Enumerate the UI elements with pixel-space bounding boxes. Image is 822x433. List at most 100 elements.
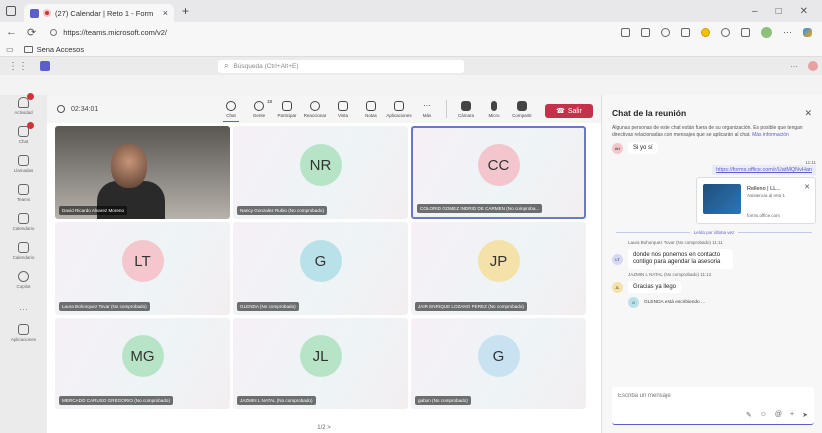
extension-icon[interactable] xyxy=(701,27,710,37)
card-close-icon[interactable]: ✕ xyxy=(804,183,810,191)
user-avatar[interactable] xyxy=(808,61,818,71)
participant-tile[interactable]: G gabon (No comprobado) xyxy=(411,318,586,409)
sender-avatar: LT xyxy=(612,253,623,265)
favorites-folder[interactable]: Sena Accesos xyxy=(37,45,85,54)
emoji-icon[interactable]: ☺ xyxy=(760,411,767,419)
more-control[interactable]: ··· Más xyxy=(416,101,438,118)
react-control[interactable]: Reaccionar xyxy=(304,101,326,118)
tab-actions-icon[interactable] xyxy=(6,6,16,16)
chat-icon xyxy=(18,122,34,137)
rail-calendar[interactable]: Calendario xyxy=(13,213,34,239)
apps-plus-icon xyxy=(17,324,29,335)
copilot-icon[interactable] xyxy=(803,27,812,37)
rail-teams[interactable]: Teams xyxy=(17,184,30,210)
leave-button[interactable]: ☎ Salir xyxy=(545,104,593,118)
left-rail: Actividad Chat Llamadas Teams Calendario… xyxy=(0,93,47,433)
refresh-icon[interactable]: ⟳ xyxy=(27,26,36,39)
browser-menu-icon[interactable]: ··· xyxy=(783,27,792,37)
teams-header: ⋮⋮ ⌕ Búsqueda (Ctrl+Alt+E) ··· xyxy=(0,57,822,75)
share-control[interactable]: Compartir xyxy=(511,101,533,118)
maximize-button[interactable]: □ xyxy=(776,6,782,17)
phone-icon xyxy=(17,155,29,166)
search-icon: ⌕ xyxy=(224,61,229,70)
forms-link[interactable]: https://forms.office.com/r/UatMQNvHan xyxy=(712,165,816,175)
more-info-link[interactable]: Más información xyxy=(752,132,789,138)
chat-title: Chat de la reunión xyxy=(612,108,687,118)
search-box[interactable]: ⌕ Búsqueda (Ctrl+Alt+E) xyxy=(218,59,464,73)
calendar-icon xyxy=(17,213,29,224)
mention-icon[interactable]: @ xyxy=(775,411,782,419)
participant-avatar: LT xyxy=(121,240,164,283)
participant-name: Laura Bohorquez Tovar (No comprobado) xyxy=(59,302,150,311)
view-control[interactable]: Vista xyxy=(332,101,354,118)
favorite-star-icon[interactable] xyxy=(681,27,690,37)
send-icon[interactable]: ➤ xyxy=(802,411,808,419)
participant-tile[interactable]: G GLENDA (No comprobado) xyxy=(233,222,408,315)
rail-chat[interactable]: Chat xyxy=(18,122,34,152)
participant-avatar: NR xyxy=(299,144,342,187)
participant-tile[interactable]: LT Laura Bohorquez Tovar (No comprobado) xyxy=(55,222,230,315)
smile-icon xyxy=(310,101,320,111)
browser-tab[interactable]: (27) Calendar | Reto 1 - Form × xyxy=(24,4,174,22)
card-title: Relleno | LL... xyxy=(747,186,781,192)
rail-copilot[interactable]: Copilot xyxy=(16,271,31,297)
raise-hand-control[interactable]: Participar xyxy=(276,101,298,118)
chat-control[interactable]: Chat xyxy=(220,101,242,122)
rail-activity[interactable]: Actividad xyxy=(14,93,34,123)
rail-calls[interactable]: Llamadas xyxy=(14,155,33,181)
teams-icon xyxy=(17,184,29,195)
attach-plus-icon[interactable]: + xyxy=(790,411,794,419)
grid-pager[interactable]: 1/2 > xyxy=(47,422,601,433)
zoom-icon[interactable] xyxy=(661,27,670,37)
recording-icon xyxy=(43,9,51,17)
camera-control[interactable]: Cámara xyxy=(455,101,477,118)
format-icon[interactable]: ✎ xyxy=(746,411,752,419)
rail-apps[interactable]: Aplicaciones xyxy=(11,324,36,350)
participant-name: COLORID GOMEZ INDRID DE CARMEN (No compr… xyxy=(417,204,543,213)
close-window-button[interactable]: ✕ xyxy=(800,6,808,17)
mic-control[interactable]: Micro xyxy=(483,101,505,118)
apps-control[interactable]: Aplicaciones xyxy=(386,101,412,118)
profile-avatar[interactable] xyxy=(761,26,772,38)
back-icon[interactable]: ← xyxy=(6,26,17,38)
microphone-icon xyxy=(491,101,497,111)
calendar-icon xyxy=(17,242,29,253)
notes-control[interactable]: Notas xyxy=(360,101,382,118)
tab-close-icon[interactable]: × xyxy=(163,8,168,18)
notes-icon xyxy=(366,101,376,111)
notification-badge xyxy=(27,122,34,129)
message-input[interactable] xyxy=(612,387,814,405)
minimize-button[interactable]: – xyxy=(752,6,758,17)
link-preview-card[interactable]: Relleno | LL... Asistencia al reto 1 for… xyxy=(696,177,816,224)
participant-name: JAZMIN L NATAL (No comprobado) xyxy=(237,396,316,405)
participant-name: gabon (No comprobado) xyxy=(415,396,471,405)
participant-tile[interactable]: JL JAZMIN L NATAL (No comprobado) xyxy=(233,318,408,409)
rail-more-icon[interactable]: ··· xyxy=(17,304,31,314)
participant-tile-selected[interactable]: CC COLORID GOMEZ INDRID DE CARMEN (No co… xyxy=(411,126,586,219)
participant-name: JAIR ENRIQUE LOZANO PEREZ (No comprobado… xyxy=(415,302,527,311)
participant-tile[interactable]: JP JAIR ENRIQUE LOZANO PEREZ (No comprob… xyxy=(411,222,586,315)
participant-tile[interactable]: David Ricardo Alvarez Moreno xyxy=(55,126,230,219)
info-icon[interactable] xyxy=(50,28,58,36)
message-text: Si yo sí xyxy=(628,142,658,154)
people-count: 18 xyxy=(266,99,272,104)
favorites-icon[interactable] xyxy=(741,27,750,37)
meeting-timer: 02:34:01 xyxy=(57,105,98,113)
chat-message: AH Si yo sí xyxy=(612,142,822,154)
app-available-icon[interactable] xyxy=(621,27,630,37)
close-chat-icon[interactable]: ✕ xyxy=(804,108,812,119)
typing-avatar: G xyxy=(628,297,639,308)
participant-tile[interactable]: NR Nancy Gonzalez Rubio (No comprobado) xyxy=(233,126,408,219)
apps-add-icon xyxy=(394,101,404,111)
favorites-toggle-icon[interactable]: ▭ xyxy=(6,45,14,54)
split-screen-icon[interactable] xyxy=(721,27,730,37)
participant-tile[interactable]: MG MERCADO CARUSO GREGORIO (No comprobad… xyxy=(55,318,230,409)
url-field[interactable]: https://teams.microsoft.com/v2/ xyxy=(46,25,516,40)
settings-more-icon[interactable]: ··· xyxy=(790,62,798,71)
grid-icon[interactable] xyxy=(641,27,650,37)
people-control[interactable]: 18 Gente xyxy=(248,99,272,118)
rail-calendar-2[interactable]: Calendario xyxy=(13,242,34,268)
participant-name: David Ricardo Alvarez Moreno xyxy=(59,206,128,215)
app-launcher-icon[interactable]: ⋮⋮ xyxy=(8,61,28,72)
new-tab-button[interactable]: + xyxy=(182,4,189,18)
